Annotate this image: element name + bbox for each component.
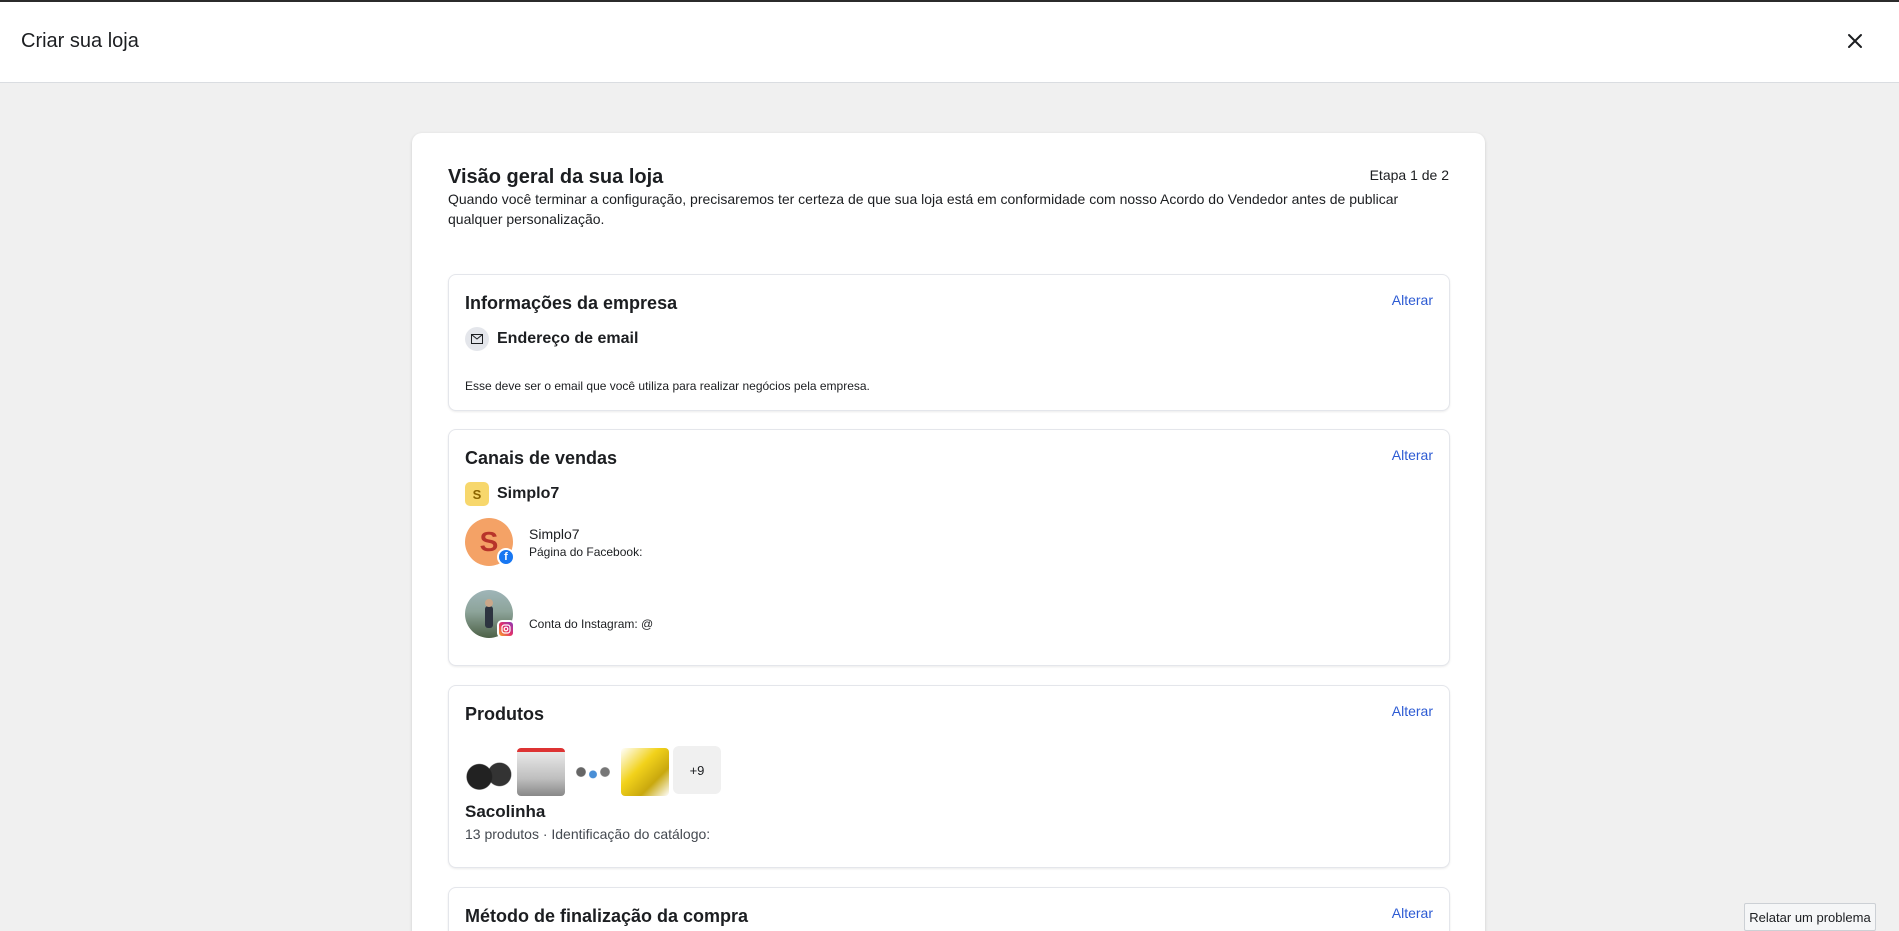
store-overview-card: Visão geral da sua loja Etapa 1 de 2 Qua… <box>412 133 1485 931</box>
email-hint: Esse deve ser o email que você utiliza p… <box>465 379 870 393</box>
page-title: Criar sua loja <box>21 30 139 52</box>
products-title: Produtos <box>465 704 544 724</box>
close-icon <box>1848 34 1862 48</box>
product-thumbnail <box>465 748 513 796</box>
checkout-title: Método de finalização da compra <box>465 906 749 926</box>
checkout-section: Método de finalização da compra Alterar <box>448 887 1450 931</box>
step-indicator: Etapa 1 de 2 <box>1369 167 1449 183</box>
overview-title: Visão geral da sua loja <box>448 166 664 188</box>
shop-badge: S <box>465 482 489 506</box>
business-info-title: Informações da empresa <box>465 293 678 313</box>
email-label: Endereço de email <box>497 330 639 347</box>
facebook-page-label: Página do Facebook: <box>529 545 643 559</box>
close-button[interactable] <box>1843 29 1867 53</box>
catalog-info: 13 produtos · Identificação do catálogo: <box>465 826 711 842</box>
product-thumbnail <box>569 748 617 796</box>
product-thumbnail <box>621 748 669 796</box>
facebook-icon: f <box>497 548 515 566</box>
catalog-name: Sacolinha <box>465 802 546 821</box>
report-problem-button[interactable]: Relatar um problema <box>1744 903 1876 931</box>
overview-description: Quando você terminar a configuração, pre… <box>448 191 1399 227</box>
facebook-page-name: Simplo7 <box>529 526 580 542</box>
product-thumbnail <box>517 748 565 796</box>
business-info-section: Informações da empresa Alterar Endereço … <box>448 274 1450 411</box>
more-products-count[interactable]: +9 <box>673 746 721 794</box>
products-change-link[interactable]: Alterar <box>1392 703 1433 719</box>
business-info-change-link[interactable]: Alterar <box>1392 292 1433 308</box>
sales-channels-change-link[interactable]: Alterar <box>1392 447 1433 463</box>
products-section: Produtos Alterar +9 Sacolinha 13 produto… <box>448 685 1450 868</box>
sales-channels-title: Canais de vendas <box>465 448 618 468</box>
envelope-icon <box>465 327 489 351</box>
sales-channels-section: Canais de vendas Alterar S Simplo7 S f S… <box>448 429 1450 666</box>
instagram-icon <box>497 620 515 638</box>
shop-name: Simplo7 <box>497 485 560 502</box>
header-bar: Criar sua loja <box>0 2 1899 83</box>
instagram-account-label: Conta do Instagram: @ <box>529 617 654 631</box>
checkout-change-link[interactable]: Alterar <box>1392 905 1433 921</box>
